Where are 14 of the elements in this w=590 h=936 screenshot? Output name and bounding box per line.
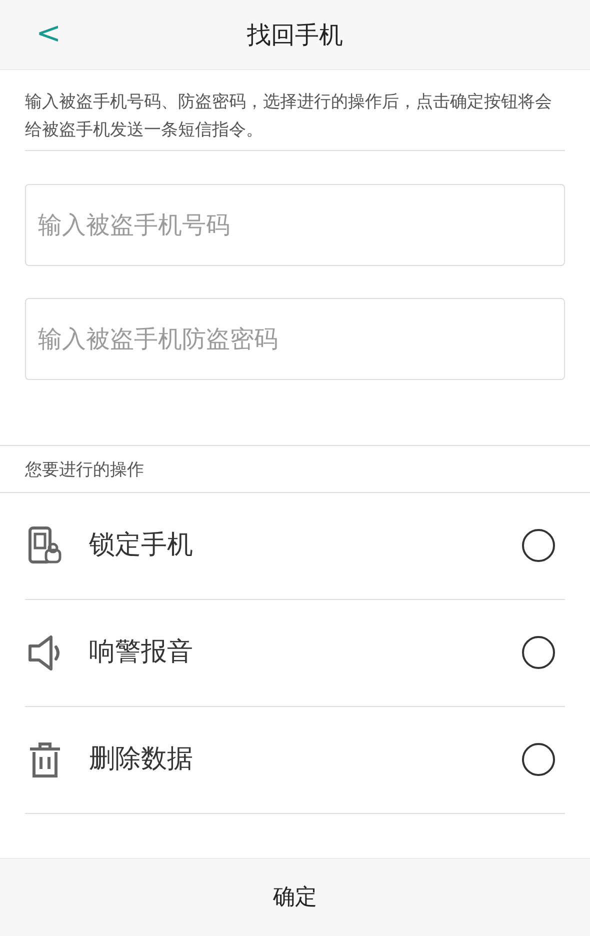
input-field[interactable]: 输入被盗手机防盗密码: [25, 298, 565, 380]
trash-icon: [27, 740, 63, 780]
phone-lock-icon: [27, 526, 63, 566]
option-label: 锁定手机: [89, 529, 194, 562]
radio-button[interactable]: [522, 743, 555, 776]
section-label: 您要进行的操作: [25, 460, 144, 480]
confirm-button[interactable]: 确定: [253, 877, 337, 918]
option-label: 响警报音: [89, 636, 194, 669]
instruction-text: 输入被盗手机号码、防盗密码，选择进行的操作后，点击确定按钮将会给被盗手机发送一条短信指令。: [25, 88, 565, 151]
radio-button[interactable]: [522, 529, 555, 562]
input-field[interactable]: 输入被盗手机号码: [25, 184, 565, 266]
page-title: 找回手机: [247, 20, 343, 50]
radio-button[interactable]: [522, 636, 555, 669]
option-label: 删除数据: [89, 743, 194, 776]
